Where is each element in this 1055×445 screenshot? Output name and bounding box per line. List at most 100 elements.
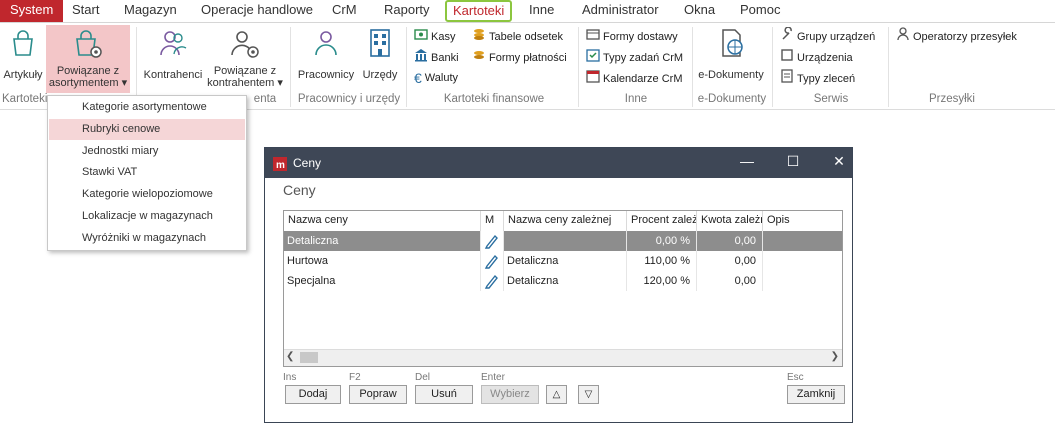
table-row[interactable]: Hurtowa Detaliczna 110,00 % 0,00 (284, 251, 842, 271)
kalendarze-crm-button[interactable]: Kalendarze CrM (586, 69, 682, 87)
table-row[interactable]: Specjalna Detaliczna 120,00 % 0,00 (284, 271, 842, 291)
operatorzy-przesylek-label: Operatorzy przesyłek (913, 30, 1017, 43)
ceny-table[interactable]: Nazwa ceny M Nazwa ceny zależnej Procent… (283, 210, 843, 367)
waluty-label: Waluty (424, 72, 459, 84)
tabele-odsetek-button[interactable]: Tabele odsetek (472, 27, 563, 45)
powiazane-kontr-label-1: Powiązane z (213, 65, 277, 77)
menu-crm[interactable]: CrM (332, 0, 357, 22)
menu-raporty[interactable]: Raporty (384, 0, 430, 22)
menu-kartoteki[interactable]: Kartoteki (445, 0, 513, 22)
menu-item-kategorie-asortymentowe[interactable]: Kategorie asortymentowe (49, 97, 245, 118)
typy-zadan-crm-button[interactable]: Typy zadań CrM (586, 48, 683, 66)
column-header-opis[interactable]: Opis (763, 211, 842, 231)
menu-item-lokalizacje-w-magazynach[interactable]: Lokalizacje w magazynach (49, 206, 245, 227)
payment-coins-icon (472, 48, 486, 68)
maximize-icon[interactable]: ☐ (783, 153, 803, 170)
e-dokumenty-button[interactable]: e-Dokumenty (696, 27, 766, 89)
usun-button[interactable]: Usuń (415, 385, 473, 404)
cell-nazwa: Specjalna (284, 271, 481, 291)
dodaj-button[interactable]: Dodaj (285, 385, 341, 404)
formy-dostawy-button[interactable]: Formy dostawy (586, 27, 678, 45)
table-row[interactable]: Detaliczna 0,00 % 0,00 (284, 231, 842, 251)
scroll-thumb[interactable] (300, 352, 318, 363)
menu-administrator[interactable]: Administrator (582, 0, 659, 22)
group-label-kartoteki: Kartoteki (2, 93, 48, 105)
person-gear-icon (231, 31, 259, 58)
move-up-button[interactable]: △ (546, 385, 567, 404)
group-label-serwis: Serwis (813, 93, 849, 105)
banki-label: Banki (431, 51, 459, 64)
cell-nazwa: Detaliczna (284, 231, 481, 251)
edit-pencil-icon[interactable] (481, 271, 504, 291)
close-icon[interactable]: ✕ (829, 153, 849, 170)
ceny-window: m Ceny — ☐ ✕ Ceny Nazwa ceny M Nazwa cen… (264, 147, 853, 423)
typy-zlecen-button[interactable]: Typy zleceń (780, 69, 855, 87)
menu-okna[interactable]: Okna (684, 0, 715, 22)
grupy-urzadzen-button[interactable]: Grupy urządzeń (780, 26, 875, 47)
triangle-up-icon: △ (552, 389, 561, 400)
euro-icon: € (414, 70, 422, 87)
kasy-button[interactable]: Kasy (414, 27, 455, 45)
edit-pencil-icon[interactable] (481, 251, 504, 271)
column-header-procent-zaleznosci[interactable]: Procent zależ (627, 211, 697, 231)
e-dokumenty-label: e-Dokumenty (698, 69, 764, 81)
menu-inne[interactable]: Inne (529, 0, 554, 22)
menu-item-rubryki-cenowe[interactable]: Rubryki cenowe (49, 119, 245, 140)
menu-item-kategorie-wielopoziomowe[interactable]: Kategorie wielopoziomowe (49, 184, 245, 205)
artykuly-button[interactable]: Artykuły (2, 27, 44, 89)
menu-start[interactable]: Start (72, 0, 99, 22)
move-down-button[interactable]: ▽ (578, 385, 599, 404)
powiazane-z-asortymentem-button[interactable]: Powiązane z asortymentem ▾ (46, 25, 130, 93)
employees-icon (315, 31, 337, 56)
ribbon-separator (406, 27, 407, 107)
group-label-pracownicy: Pracownicy i urzędy (297, 93, 401, 105)
column-header-nazwa-ceny[interactable]: Nazwa ceny (284, 211, 481, 231)
cell-kwota: 0,00 (697, 271, 763, 291)
delivery-icon (586, 27, 600, 47)
scroll-left-icon[interactable]: ❮ (286, 351, 294, 362)
formy-platnosci-button[interactable]: Formy płatności (472, 48, 567, 66)
urzedy-label: Urzędy (362, 69, 398, 81)
kasy-label: Kasy (431, 30, 456, 43)
powiazane-asort-label-1: Powiązane z (56, 65, 120, 77)
group-label-przesylki: Przesyłki (928, 93, 975, 105)
window-title: Ceny (293, 156, 322, 170)
menu-operacje-handlowe[interactable]: Operacje handlowe (201, 0, 313, 22)
calendar-icon (586, 69, 600, 89)
window-titlebar[interactable]: m Ceny — ☐ ✕ (265, 148, 852, 178)
urzedy-button[interactable]: Urzędy (358, 27, 402, 89)
column-header-m[interactable]: M (481, 211, 504, 231)
wrench-icon (780, 26, 794, 47)
app-logo-icon: m (273, 157, 287, 171)
pracownicy-button[interactable]: Pracownicy (294, 27, 358, 89)
menu-item-jednostki-miary[interactable]: Jednostki miary (49, 141, 245, 162)
bag-gear-icon (76, 30, 102, 58)
menu-item-wyrozniki-w-magazynach[interactable]: Wyróżniki w magazynach (49, 228, 245, 249)
popraw-button[interactable]: Popraw (349, 385, 407, 404)
kontrahenci-button[interactable]: Kontrahenci (140, 27, 206, 89)
zamknij-button[interactable]: Zamknij (787, 385, 845, 404)
horizontal-scrollbar[interactable]: ❮ ❯ (284, 349, 842, 366)
column-header-kwota-zaleznosci[interactable]: Kwota zależn (697, 211, 763, 231)
menu-pomoc[interactable]: Pomoc (740, 0, 780, 22)
scroll-right-icon[interactable]: ❯ (831, 351, 839, 362)
powiazane-z-kontrahentem-button[interactable]: Powiązane z kontrahentem ▾ (206, 25, 284, 93)
column-header-nazwa-ceny-zaleznej[interactable]: Nazwa ceny zależnej (504, 211, 627, 231)
cell-procent: 0,00 % (627, 231, 697, 251)
operatorzy-przesylek-button[interactable]: Operatorzy przesyłek (896, 27, 1017, 45)
cell-nazwa-zalezna (504, 231, 627, 251)
edit-pencil-icon[interactable] (481, 231, 504, 251)
menu-item-stawki-vat[interactable]: Stawki VAT (49, 162, 245, 183)
people-icon (160, 31, 187, 56)
minimize-icon[interactable]: — (737, 153, 757, 169)
cell-procent: 110,00 % (627, 251, 697, 271)
urzadzenia-button[interactable]: Urządzenia (780, 48, 853, 66)
banki-button[interactable]: Banki (414, 48, 459, 66)
ribbon-separator (290, 27, 291, 107)
menu-system[interactable]: System (0, 0, 64, 22)
wybierz-button[interactable]: Wybierz (481, 385, 539, 404)
menu-magazyn[interactable]: Magazyn (124, 0, 177, 22)
shopping-bag-icon (13, 30, 33, 56)
cell-opis (763, 251, 842, 271)
waluty-button[interactable]: € Waluty (414, 69, 458, 87)
